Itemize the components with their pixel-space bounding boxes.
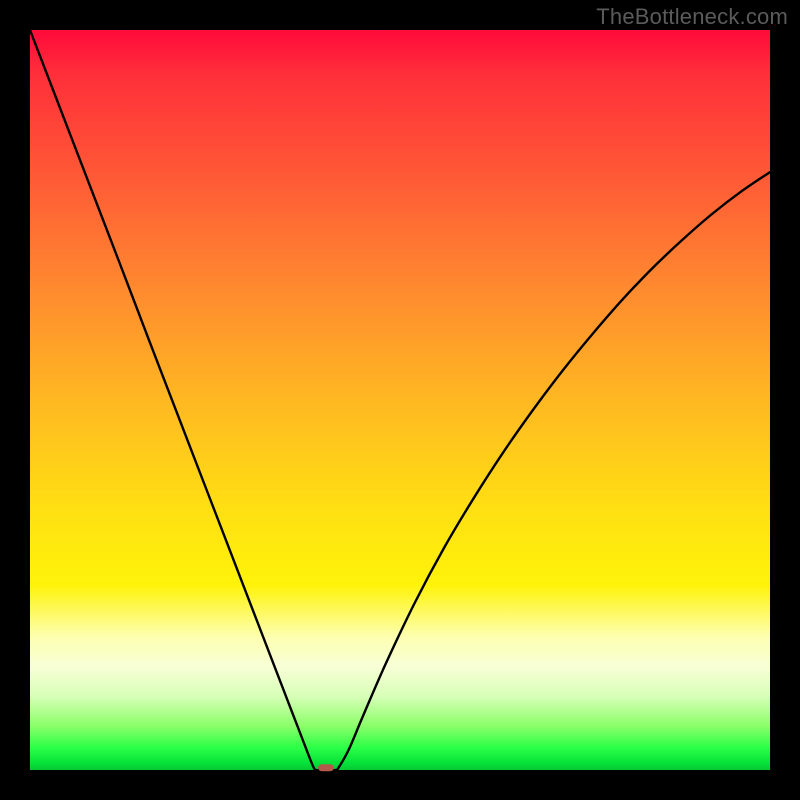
- bottleneck-curve-right-path: [337, 172, 770, 770]
- bottleneck-curve-left-path: [30, 30, 315, 770]
- watermark-text: TheBottleneck.com: [596, 4, 788, 30]
- min-marker: [318, 764, 334, 771]
- curve-svg: [30, 30, 770, 770]
- chart-frame: TheBottleneck.com: [0, 0, 800, 800]
- plot-area: [30, 30, 770, 770]
